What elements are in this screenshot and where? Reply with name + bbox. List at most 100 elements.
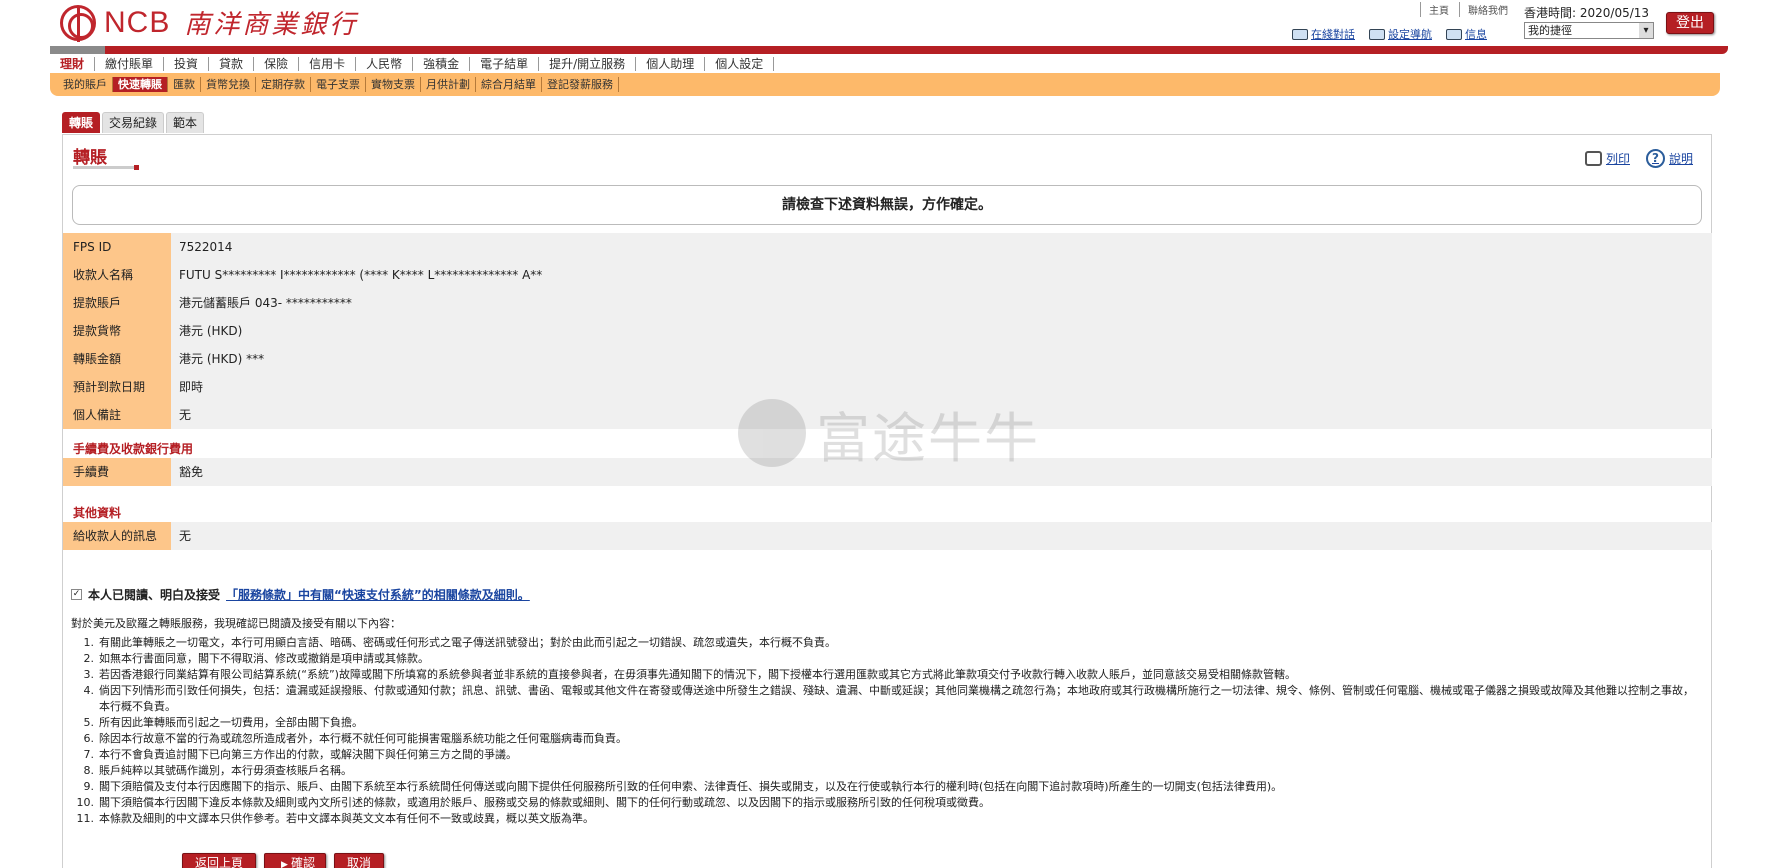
page: NCB 南洋商業銀行 主頁 聯絡我們 香港時間: 2020/05/13 登出 在… (50, 0, 1728, 868)
envelope-icon (1446, 28, 1462, 40)
detail-value: 无 (171, 522, 1712, 550)
item-number: 2. (83, 652, 95, 665)
detail-row-arrival-date: 預計到款日期 即時 (63, 373, 1712, 401)
item-number: 4. (83, 684, 95, 697)
detail-label: 個人備註 (63, 401, 171, 429)
nav-mpf[interactable]: 強積金 (413, 57, 471, 71)
agree-prefix: 本人已閱讀、明白及接受 (88, 588, 221, 602)
detail-label: 預計到款日期 (63, 373, 171, 401)
cancel-button[interactable]: 取消 (334, 853, 384, 868)
item-text: 若因香港銀行同業結算有限公司結算系統(“系統”)故障或閣下所填寫的系統參與者並非… (99, 668, 1296, 681)
detail-value: 港元儲蓄賬戶 043- *********** (171, 289, 1712, 317)
detail-value: 港元 (HKD) *** (171, 345, 1712, 373)
detail-label: 給收款人的訊息 (63, 522, 171, 550)
item-text: 如無本行書面同意，閣下不得取消、修改或撤銷是項申請或其條款。 (99, 652, 429, 665)
page-title: 轉賬 (73, 148, 107, 168)
logout-button[interactable]: 登出 (1666, 12, 1714, 34)
item-number: 6. (83, 732, 95, 745)
list-item: 11. 本條款及細則的中文譯本只供作參考。若中文譯本與英文文本有任何不一致或歧異，… (71, 811, 1701, 827)
logo-zh-text: 南洋商業銀行 (184, 10, 359, 40)
live-chat-link[interactable]: 在綫對話 (1292, 26, 1355, 42)
subnav-monthly-plan[interactable]: 月供計劃 (421, 77, 476, 92)
detail-row-fps-id: FPS ID 7522014 (63, 233, 1712, 261)
list-item: 9. 閣下須賠償及支付本行因應閣下的指示、賬戶、由閣下系統至本行系統間任何傳送或向… (71, 779, 1701, 795)
nav-personal-settings[interactable]: 個人設定 (705, 57, 775, 71)
nav-personal-assistant[interactable]: 個人助理 (636, 57, 706, 71)
detail-value: 豁免 (171, 458, 1712, 486)
nav-estatement[interactable]: 電子結單 (470, 57, 540, 71)
tabs: 轉賬 交易紀錄 範本 (62, 112, 205, 133)
subnav-echeque[interactable]: 電子支票 (311, 77, 366, 92)
messages-label: 信息 (1465, 28, 1487, 41)
help-link[interactable]: ? 說明 (1645, 149, 1693, 168)
arrow-right-icon: ▶ (281, 860, 288, 868)
nav-credit-card[interactable]: 信用卡 (299, 57, 357, 71)
logo-en-text: NCB (104, 5, 171, 39)
help-icon: ? (1645, 149, 1665, 168)
list-item: 3. 若因香港銀行同業結算有限公司結算系統(“系統”)故障或閣下所填寫的系統參與者… (71, 667, 1701, 683)
subnav-payroll[interactable]: 登記發薪服務 (542, 77, 619, 92)
detail-label: 轉賬金額 (63, 345, 171, 373)
main-nav: 理財 繳付賬單 投資 貸款 保險 信用卡 人民幣 強積金 電子結單 提升/開立服… (50, 54, 1720, 73)
list-item: 6. 除因本行故意不當的行為或疏忽所造成者外，本行概不就任何可能損害電腦系統功能之… (71, 731, 1701, 747)
item-text: 閣下須賠償及支付本行因應閣下的指示、賬戶、由閣下系統至本行系統間任何傳送或向閣下… (99, 780, 1283, 793)
subnav-fx[interactable]: 貨幣兌換 (201, 77, 256, 92)
terms-list: 1. 有關此筆轉賬之一切電文，本行可用顯白言語、暗碼、密碼或任何形式之電子傳送訊號… (71, 635, 1701, 827)
list-item: 5. 所有因此筆轉賬而引起之一切費用，全部由閣下負擔。 (71, 715, 1701, 731)
detail-row-remark: 個人備註 无 (63, 401, 1712, 429)
messages-link[interactable]: 信息 (1446, 26, 1487, 42)
detail-row-message: 給收款人的訊息 无 (63, 522, 1712, 550)
detail-value: 港元 (HKD) (171, 317, 1712, 345)
nav-bill-payment[interactable]: 繳付賬單 (95, 57, 165, 71)
subnav-cheque[interactable]: 實物支票 (366, 77, 421, 92)
print-link[interactable]: 列印 (1584, 149, 1630, 168)
my-shortcut-select[interactable]: 我的捷徑 (1524, 22, 1654, 39)
header: NCB 南洋商業銀行 主頁 聯絡我們 香港時間: 2020/05/13 登出 在… (50, 0, 1728, 50)
hk-time: 香港時間: 2020/05/13 (1524, 6, 1650, 20)
item-number: 8. (83, 764, 95, 777)
action-buttons: 返回上頁 ▶ 確認 取消 (182, 853, 384, 868)
home-link[interactable]: 主頁 (1420, 2, 1449, 17)
tab-history[interactable]: 交易紀錄 (102, 112, 165, 133)
detail-label: 提款貨幣 (63, 317, 171, 345)
list-item: 1. 有關此筆轉賬之一切電文，本行可用顯白言語、暗碼、密碼或任何形式之電子傳送訊號… (71, 635, 1701, 651)
subnav-fast-transfer[interactable]: 快速轉賬 (113, 77, 168, 92)
item-number: 10. (76, 796, 95, 809)
contact-link[interactable]: 聯絡我們 (1459, 2, 1508, 17)
item-number: 1. (83, 636, 95, 649)
detail-row-amount: 轉賬金額 港元 (HKD) *** (63, 345, 1712, 373)
subnav-my-accounts[interactable]: 我的賬戶 (58, 77, 113, 92)
nav-settings-link[interactable]: 設定導航 (1369, 26, 1432, 42)
detail-row-payee: 收款人名稱 FUTU S********* I************ (***… (63, 261, 1712, 289)
confirm-notice: 請檢查下述資料無誤，方作確定。 (72, 185, 1702, 225)
subnav-time-deposit[interactable]: 定期存款 (256, 77, 311, 92)
confirm-button[interactable]: ▶ 確認 (264, 853, 326, 868)
list-item: 10. 閣下須賠償本行因閣下違反本條款及細則或內文所引述的條款，或適用於賬戶、服務… (71, 795, 1701, 811)
item-number: 11. (76, 812, 95, 825)
nav-investment[interactable]: 投資 (164, 57, 210, 71)
nav-upgrade[interactable]: 提升/開立服務 (539, 57, 637, 71)
tab-templates[interactable]: 範本 (166, 112, 205, 133)
detail-row-currency: 提款貨幣 港元 (HKD) (63, 317, 1712, 345)
help-label: 說明 (1668, 152, 1693, 166)
detail-row-fee: 手續費 豁免 (63, 458, 1712, 486)
bank-logo[interactable]: NCB 南洋商業銀行 (60, 4, 359, 42)
agreement: ✓ 本人已閱讀、明白及接受 「服務條款」中有關“快速支付系統”的相關條款及細則。 (71, 586, 530, 603)
item-number: 7. (83, 748, 95, 761)
tab-transfer[interactable]: 轉賬 (62, 112, 101, 133)
nav-rmb[interactable]: 人民幣 (356, 57, 414, 71)
sub-nav: 我的賬戶 快速轉賬 匯款 貨幣兌換 定期存款 電子支票 實物支票 月供計劃 綜合… (50, 73, 1720, 96)
chat-icon (1292, 28, 1308, 40)
nav-wealth[interactable]: 理財 (50, 57, 96, 71)
terms-link[interactable]: 「服務條款」中有關“快速支付系統”的相關條款及細則。 (226, 586, 530, 603)
subnav-statement[interactable]: 綜合月結單 (476, 77, 542, 92)
detail-label: 提款賬戶 (63, 289, 171, 317)
back-button[interactable]: 返回上頁 (182, 853, 256, 868)
nav-insurance[interactable]: 保險 (254, 57, 300, 71)
item-text: 本條款及細則的中文譯本只供作參考。若中文譯本與英文文本有任何不一致或歧異，概以英… (99, 812, 594, 825)
terms-intro: 對於美元及歐羅之轉賬服務，我現確認已閱讀及接受有關以下內容： (71, 617, 401, 630)
nav-loans[interactable]: 貸款 (209, 57, 255, 71)
subnav-remittance[interactable]: 匯款 (168, 77, 201, 92)
agree-checkbox[interactable]: ✓ (71, 589, 82, 600)
list-item: 4. 倘因下列情形而引致任何損失，包括：遺漏或延誤撥賬、付款或通知付款；訊息、訊號… (71, 683, 1701, 715)
